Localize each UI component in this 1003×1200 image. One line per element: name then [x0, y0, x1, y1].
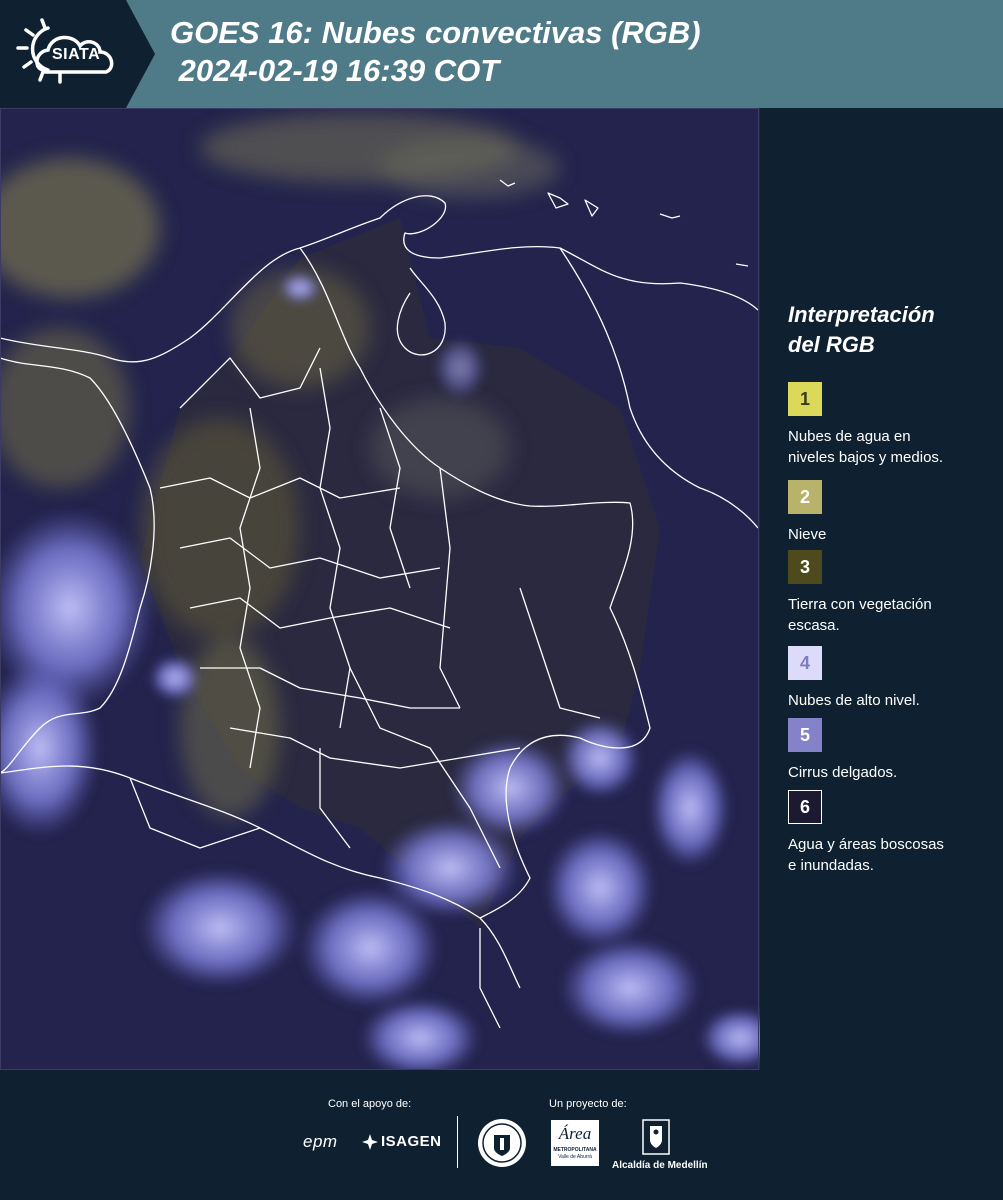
area-logo-text: Área — [558, 1124, 592, 1143]
page-title: GOES 16: Nubes convectivas (RGB) 2024-02… — [170, 15, 701, 88]
legend-swatch-6: 6 — [788, 790, 822, 824]
legend-panel: Interpretación del RGB 1 Nubes de agua en… — [788, 300, 993, 874]
legend-title: Interpretación del RGB — [788, 302, 935, 357]
satellite-rgb-image — [0, 108, 760, 1070]
medellin-seal-icon — [477, 1118, 527, 1168]
legend-swatch-5: 5 — [788, 718, 822, 752]
satellite-map[interactable] — [0, 108, 760, 1070]
epm-logo: epm — [303, 1132, 338, 1151]
legend-swatch-4: 4 — [788, 646, 822, 680]
legend-label-5: Cirrus delgados. — [788, 764, 898, 781]
footer-divider — [457, 1116, 458, 1168]
legend-label-4: Nubes de alto nivel. — [788, 692, 920, 709]
siata-logo-text: SIATA — [52, 46, 101, 63]
legend-label-2: Nieve — [788, 526, 827, 543]
isagen-star-icon — [362, 1134, 378, 1150]
alcaldia-text: Alcaldía de Medellín — [612, 1160, 708, 1171]
footer: Con el apoyo de: Un proyecto de: epm ISA… — [0, 1070, 1003, 1200]
area-logo-sub2: Valle de Aburrá — [558, 1154, 592, 1160]
area-metropolitana-logo: Área METROPOLITANA Valle de Aburrá — [551, 1120, 599, 1166]
legend-item-3: 3 Tierra con vegetación escasa. — [788, 550, 993, 636]
legend-item-5: 5 Cirrus delgados. — [788, 718, 993, 783]
legend-swatch-1: 1 — [788, 382, 822, 416]
siata-logo: SIATA — [0, 0, 155, 108]
legend-swatch-2: 2 — [788, 480, 822, 514]
alcaldia-shield-icon — [641, 1118, 671, 1156]
area-logo-sub1: METROPOLITANA — [553, 1147, 597, 1153]
legend-swatch-3: 3 — [788, 550, 822, 584]
legend-item-1: 1 Nubes de agua en niveles bajos y medios… — [788, 382, 993, 468]
legend-item-6: 6 Agua y áreas boscosas e inundadas. — [788, 790, 993, 876]
legend-label-1: Nubes de agua en niveles bajos y medios. — [788, 428, 944, 466]
legend-item-4: 4 Nubes de alto nivel. — [788, 646, 993, 711]
legend-label-3: Tierra con vegetación escasa. — [788, 596, 932, 634]
project-label: Un proyecto de: — [549, 1098, 627, 1110]
legend-label-6: Agua y áreas boscosas e inundadas. — [788, 836, 944, 874]
legend-item-2: 2 Nieve — [788, 480, 993, 545]
header-bar: SIATA GOES 16: Nubes convectivas (RGB) 2… — [0, 0, 1003, 108]
support-label: Con el apoyo de: — [328, 1098, 412, 1110]
isagen-logo: ISAGEN — [381, 1133, 442, 1150]
